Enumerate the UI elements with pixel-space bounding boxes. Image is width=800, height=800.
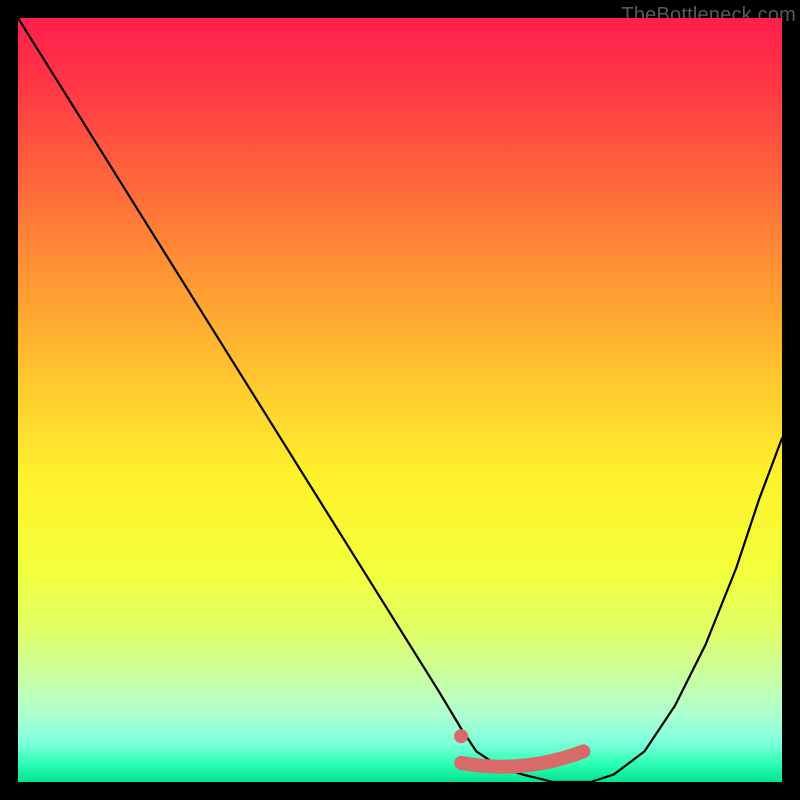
bottleneck-chart: [18, 18, 782, 782]
gradient-background: [18, 18, 782, 782]
optimal-point-dot: [454, 729, 468, 743]
chart-frame: TheBottleneck.com: [18, 18, 782, 782]
